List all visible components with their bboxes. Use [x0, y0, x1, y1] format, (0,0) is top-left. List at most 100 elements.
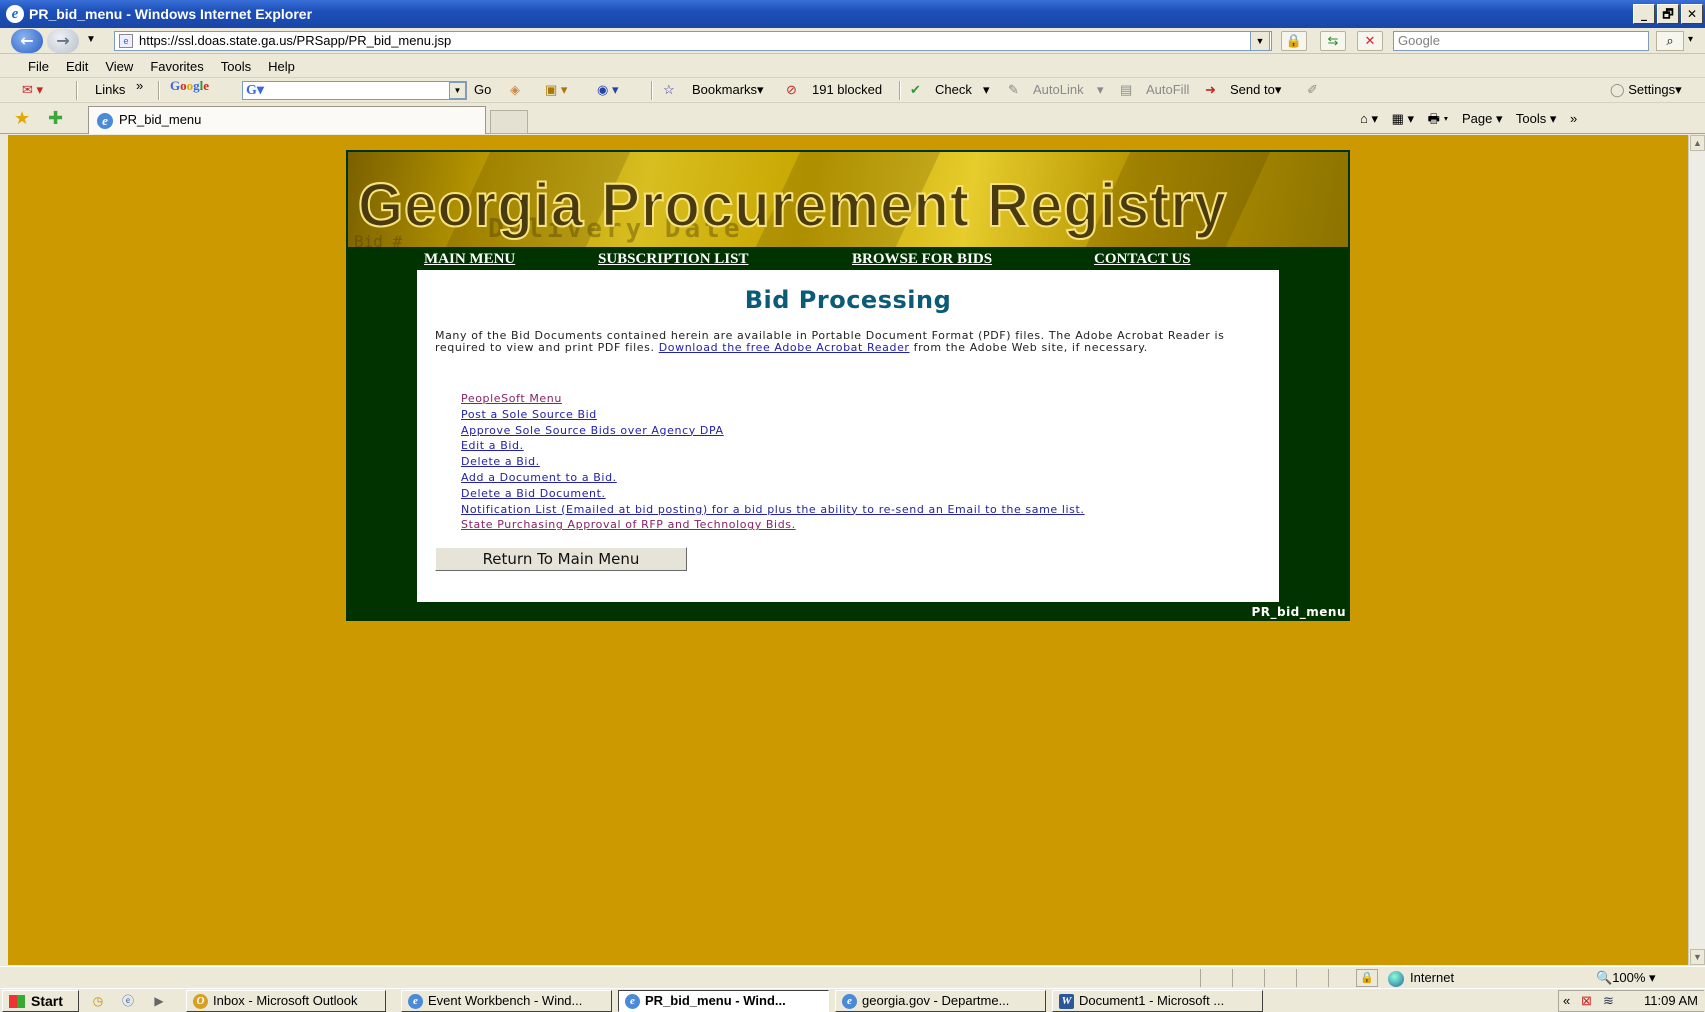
autofill-button[interactable]: AutoFill [1146, 82, 1189, 97]
menu-tools[interactable]: Tools [221, 59, 251, 74]
feeds-button[interactable]: ▦ ▾ [1392, 111, 1414, 126]
pdf-notice-text-end: from the Adobe Web site, if necessary. [909, 340, 1148, 354]
ie-icon: e [408, 994, 423, 1009]
url-input[interactable]: e https://ssl.doas.state.ga.us/PRSapp/PR… [114, 31, 1272, 51]
task-event-workbench[interactable]: e Event Workbench - Wind... [401, 990, 612, 1012]
send-to-icon: ➜ [1205, 82, 1216, 97]
menu-file[interactable]: File [28, 59, 49, 74]
nav-contact-us[interactable]: CONTACT US [1094, 251, 1191, 268]
link-peoplesoft-menu[interactable]: PeopleSoft Menu [461, 392, 562, 405]
adobe-reader-link[interactable]: Download the free Adobe Acrobat Reader [659, 341, 910, 354]
link-state-purchasing-approval[interactable]: State Purchasing Approval of RFP and Tec… [461, 518, 796, 531]
close-button[interactable]: ✕ [1681, 4, 1703, 24]
forward-button[interactable]: → [47, 29, 79, 53]
stop-button[interactable]: ✕ [1357, 31, 1383, 51]
scroll-up-icon[interactable]: ▲ [1690, 135, 1705, 151]
autolink-button[interactable]: AutoLink [1033, 82, 1084, 97]
link-delete-document[interactable]: Delete a Bid Document. [461, 487, 606, 500]
address-bar: ← → ▼ e https://ssl.doas.state.ga.us/PRS… [0, 28, 1705, 54]
links-label[interactable]: Links [95, 82, 125, 97]
toolbar-logo-icon[interactable]: ◉ ▾ [597, 82, 618, 98]
taskbar: Start ◷ ⓔ ▶ O Inbox - Microsoft Outlook e… [0, 988, 1705, 1012]
security-zone[interactable]: Internet [1388, 970, 1454, 987]
google-search-input[interactable]: G▾ [242, 81, 467, 100]
wireless-icon[interactable]: ≋ [1603, 991, 1614, 1011]
go-button[interactable]: Go [474, 82, 491, 97]
clock[interactable]: 11:09 AM [1644, 991, 1698, 1011]
zoom-level[interactable]: 🔍100% ▾ [1596, 970, 1656, 986]
security-lock-icon[interactable]: 🔒 [1356, 969, 1378, 987]
outlook-icon: O [193, 994, 208, 1009]
task-outlook[interactable]: O Inbox - Microsoft Outlook [186, 990, 386, 1012]
quicklaunch-media-icon[interactable]: ▶ [150, 993, 168, 1009]
task-georgia-gov[interactable]: e georgia.gov - Departme... [835, 990, 1046, 1012]
bid-action-list: PeopleSoft Menu Post a Sole Source Bid A… [461, 392, 1085, 534]
highlighter-icon[interactable]: ✐ [1307, 82, 1318, 98]
ie-page-icon: e [97, 113, 113, 129]
link-notification-list[interactable]: Notification List (Emailed at bid postin… [461, 503, 1085, 516]
task-label: Document1 - Microsoft ... [1079, 993, 1225, 1008]
menu-favorites[interactable]: Favorites [150, 59, 203, 74]
command-overflow-icon[interactable]: » [1570, 111, 1577, 126]
new-tab-button[interactable] [490, 110, 528, 134]
spellcheck-button[interactable]: Check [935, 82, 972, 97]
favorites-center-icon[interactable]: ★ [14, 108, 30, 129]
task-pr-bid-menu[interactable]: e PR_bid_menu - Wind... [618, 990, 829, 1012]
nav-subscription-list[interactable]: SUBSCRIPTION LIST [598, 251, 748, 268]
search-input[interactable]: Google [1393, 31, 1649, 51]
lock-icon[interactable]: 🔒 [1281, 31, 1307, 51]
link-post-sole-source-bid[interactable]: Post a Sole Source Bid [461, 408, 597, 421]
tools-menu-button[interactable]: Tools ▾ [1516, 111, 1557, 126]
page-menu-button[interactable]: Page ▾ [1462, 111, 1503, 126]
nav-main-menu[interactable]: MAIN MENU [424, 251, 515, 268]
link-approve-sole-source-bids[interactable]: Approve Sole Source Bids over Agency DPA [461, 424, 724, 437]
start-button[interactable]: Start [2, 990, 79, 1012]
system-tray: « ⊠ ≋ 11:09 AM [1558, 990, 1704, 1012]
add-to-favorites-icon[interactable]: ✚ [48, 108, 63, 129]
task-word-document[interactable]: W Document1 - Microsoft ... [1052, 990, 1263, 1012]
google-input-dropdown-icon[interactable]: ▼ [449, 82, 466, 99]
menu-view[interactable]: View [105, 59, 133, 74]
links-chevron-icon[interactable]: » [136, 78, 143, 93]
link-add-document[interactable]: Add a Document to a Bid. [461, 471, 617, 484]
start-label: Start [31, 993, 63, 1009]
link-edit-bid[interactable]: Edit a Bid. [461, 439, 524, 452]
news-icon[interactable]: ▣ ▾ [545, 82, 567, 98]
return-to-main-menu-button[interactable]: Return To Main Menu [435, 547, 687, 571]
autolink-icon: ✎ [1008, 82, 1019, 97]
restore-button[interactable]: 🗗 [1657, 4, 1679, 24]
menu-help[interactable]: Help [268, 59, 295, 74]
history-dropdown-icon[interactable]: ▼ [86, 34, 96, 45]
globe-icon [1388, 970, 1404, 987]
scroll-down-icon[interactable]: ▼ [1690, 949, 1705, 965]
search-icon[interactable]: ⌕ [1656, 31, 1684, 51]
url-dropdown-icon[interactable]: ▼ [1250, 31, 1270, 51]
tray-expand-icon[interactable]: « [1563, 991, 1570, 1011]
quicklaunch-outlook-icon[interactable]: ◷ [89, 993, 107, 1009]
page-title: Bid Processing [744, 286, 952, 314]
network-warning-icon[interactable]: ⊠ [1581, 991, 1592, 1011]
mail-icon[interactable]: ✉ ▾ [22, 82, 43, 98]
link-delete-bid[interactable]: Delete a Bid. [461, 455, 540, 468]
quicklaunch-ie-icon[interactable]: ⓔ [119, 993, 137, 1009]
menu-edit[interactable]: Edit [66, 59, 88, 74]
print-button[interactable]: 🖶 ▾ [1428, 111, 1449, 126]
home-button[interactable]: ⌂ ▾ [1360, 111, 1378, 126]
menu-bar: File Edit View Favorites Tools Help [0, 55, 1705, 78]
tab-bar: ★ ✚ e PR_bid_menu ⌂ ▾ ▦ ▾ 🖶 ▾ Page ▾ Too… [0, 104, 1705, 134]
bookmarks-star-icon[interactable]: ☆ [663, 82, 675, 98]
nav-browse-for-bids[interactable]: BROWSE FOR BIDS [852, 251, 992, 268]
bookmarks-button[interactable]: Bookmarks▾ [692, 82, 764, 98]
spellcheck-dropdown-icon[interactable]: ▾ [983, 82, 990, 98]
settings-button[interactable]: ◯ Settings▾ [1610, 82, 1682, 98]
refresh-button[interactable]: ⇆ [1320, 31, 1346, 51]
back-button[interactable]: ← [11, 29, 43, 53]
tab-pr-bid-menu[interactable]: e PR_bid_menu [88, 106, 486, 134]
popup-blocked-count[interactable]: 191 blocked [812, 82, 882, 97]
vertical-scrollbar[interactable]: ▲ ▼ [1688, 135, 1705, 965]
minimize-button[interactable]: _ [1633, 4, 1655, 24]
search-options-dropdown-icon[interactable]: ▾ [1688, 34, 1693, 45]
pagerank-icon[interactable]: ◈ [510, 82, 520, 98]
autolink-dropdown-icon[interactable]: ▾ [1097, 82, 1104, 98]
send-to-button[interactable]: Send to▾ [1230, 82, 1281, 98]
